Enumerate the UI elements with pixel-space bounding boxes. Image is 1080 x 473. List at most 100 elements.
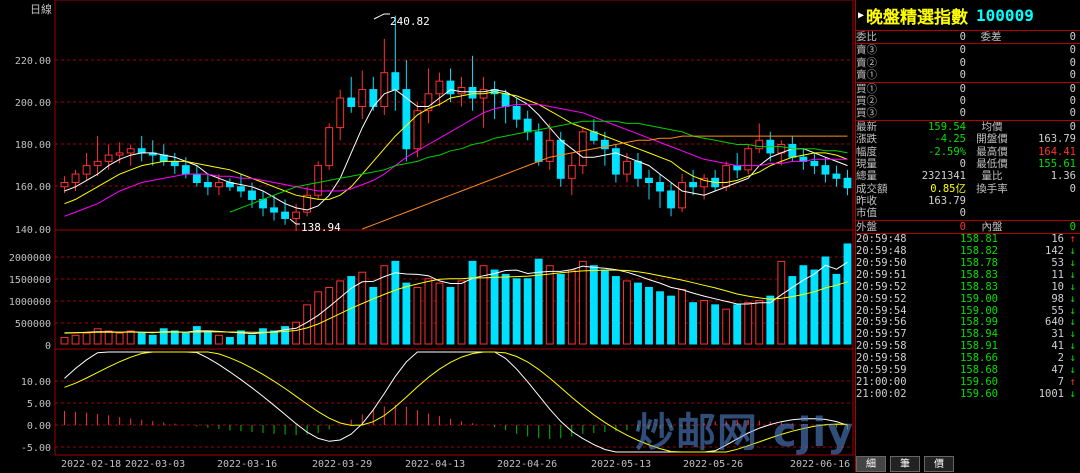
candle-body[interactable] [567,165,576,179]
candle-body[interactable] [689,182,698,188]
candle-body[interactable] [435,80,444,95]
candle-body[interactable] [336,97,345,129]
candle-body[interactable] [71,173,80,184]
volume-bar [325,286,334,345]
candle-body[interactable] [744,148,753,171]
stat-value: 155.61 [1038,157,1076,170]
candle-body[interactable] [93,160,102,167]
tab-detail[interactable]: 細 [856,456,886,472]
candle-body[interactable] [623,160,631,175]
stat-label: 換手率 [976,182,1008,195]
candle-body[interactable] [678,182,686,209]
candle-body[interactable] [832,173,841,179]
date-tick-label: 2022-06-16 [790,459,850,470]
candle-body[interactable] [755,139,764,150]
candle-body[interactable] [181,165,190,175]
candle-body[interactable] [358,89,367,107]
candle-body[interactable] [468,86,477,99]
candle-body[interactable] [413,110,422,150]
stat-value: 0 [1069,120,1076,133]
tick-direction-icon: ↓ [1069,280,1076,293]
stat-value: 159.54 [928,120,966,133]
volume-bar [689,302,698,345]
tick-volume: 1001 [1038,387,1064,400]
ask-label: 賣① [856,69,877,82]
tick-time: 20:59:52 [856,292,907,305]
candle-body[interactable] [634,160,642,179]
volume-bar [722,308,731,345]
stat-value: 163.79 [1038,133,1076,146]
candle-body[interactable] [203,182,212,188]
candle-body[interactable] [656,182,664,192]
candle-body[interactable] [214,182,223,188]
candle-body[interactable] [843,177,852,189]
candle-body[interactable] [788,144,797,158]
stat-label: 成交額 [856,182,888,195]
candle-body[interactable] [457,86,466,95]
volume-tick-label: 0 [45,341,51,352]
candle-body[interactable] [722,165,731,188]
candle-body[interactable] [667,190,675,209]
candle-body[interactable] [380,72,389,107]
stat-value: 163.79 [928,195,966,208]
volume-bar [578,260,587,345]
volume-bar [192,326,201,345]
candle-body[interactable] [325,127,334,167]
candle-body[interactable] [534,131,543,162]
volume-bars [60,243,852,345]
quote-body: 委比 0 委差 0 賣③ 0 0 賣② 0 0 賣① 0 0 買① 0 0 買② 0 0 買③ 0 0 最新 159.54 均價… [856,31,1080,235]
chart-title: 日線 [30,2,52,16]
candle-body[interactable] [292,211,301,219]
tick-row: 21:00:02 159.60 1001 ↓ [856,387,1080,401]
inner-value: 0 [1069,220,1076,233]
candle-body[interactable] [104,154,113,162]
macd-tick-label: 10.00 [21,377,51,388]
tick-list[interactable]: 20:59:48 158.81 16 ↑ 20:59:48 158.82 142 ↓ 20:59… [856,233,1080,401]
candle-body[interactable] [60,182,69,188]
candle-body[interactable] [115,152,124,156]
candle-body[interactable] [733,165,742,171]
candle-body[interactable] [248,190,256,200]
stat-value [1018,195,1076,207]
stat-label [966,195,1018,207]
bid-price: 0 [959,82,966,95]
tab-trades[interactable]: 筆 [890,456,920,472]
candle-body[interactable] [391,72,400,91]
candle-body[interactable] [556,139,565,179]
low-annotation: 138.94 [289,218,341,234]
candle-body[interactable] [645,177,653,184]
stat-value: 1.36 [1050,170,1076,183]
volume-bar [226,336,234,345]
volume-bar [711,304,720,345]
volume-bar [656,291,664,345]
volume-bar [843,243,852,345]
panel-tabs: 細 筆 價 [856,456,1080,472]
candle-body[interactable] [523,118,532,133]
candle-body[interactable] [578,131,587,167]
candle-body[interactable] [170,160,179,167]
candle-body[interactable] [821,165,830,175]
candle-body[interactable] [810,160,819,167]
volume-bar [490,269,499,345]
candle-body[interactable] [501,93,510,107]
candle-body[interactable] [126,148,135,154]
ask-price: 0 [959,56,966,69]
volume-bar [512,278,521,345]
candle-body[interactable] [82,165,91,175]
candle-body[interactable] [281,211,289,219]
candle-body[interactable] [270,207,278,213]
volume-bar [788,276,797,345]
candle-body[interactable] [347,97,356,107]
panel-arrow-icon[interactable]: ▶ [858,10,864,21]
volume-bar [623,280,631,345]
candle-body[interactable] [512,105,521,120]
tick-volume: 41 [1051,340,1064,353]
candle-body[interactable] [192,173,201,184]
tab-price[interactable]: 價 [924,456,954,472]
candle-body[interactable] [237,186,245,192]
bid-price: 0 [959,94,966,107]
candle-body[interactable] [137,148,146,154]
